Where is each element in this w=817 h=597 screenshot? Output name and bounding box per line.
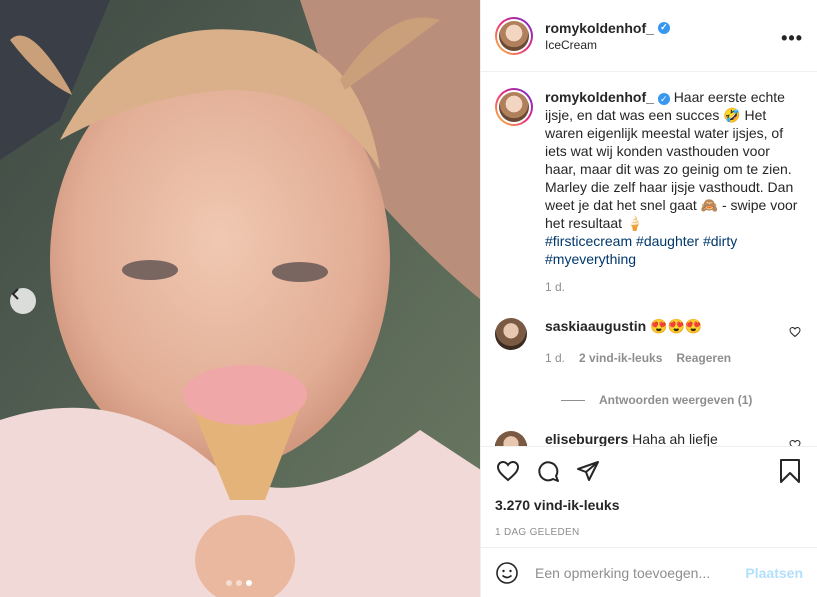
caption-avatar[interactable] [495,88,533,126]
like-count[interactable]: 3.270 vind-ik-leuks [495,497,803,513]
save-bookmark-icon[interactable] [779,458,801,484]
chevron-left-icon [11,288,19,300]
previous-slide-button[interactable] [10,288,36,314]
post: romykoldenhof_ ✓ IceCream ••• romykoldenh… [0,0,817,597]
verified-badge-icon: ✓ [657,93,670,105]
comment-heart-icon[interactable] [789,439,801,446]
post-image[interactable] [0,0,480,597]
caption: romykoldenhof_ ✓ Haar eerste echte ijsje… [495,88,801,296]
post-date[interactable]: 1 DAG GELEDEN [495,527,803,538]
comment: eliseburgers Haha ah liefje [495,431,801,446]
caption-username[interactable]: romykoldenhof_ [545,89,654,105]
location-link[interactable]: IceCream [545,38,670,52]
add-comment-bar: Plaatsen [481,547,817,597]
carousel-dot [226,580,232,586]
comment-likes[interactable]: 2 vind-ik-leuks [579,351,662,365]
comment-avatar[interactable] [495,318,527,350]
comments-section: romykoldenhof_ ✓ Haar eerste echte ijsje… [481,72,817,446]
comment-heart-icon[interactable] [789,326,801,338]
hashtag-link[interactable]: #myeverything [545,251,636,267]
photo-illustration [0,0,480,597]
view-replies-label: Antwoorden weergeven (1) [599,393,753,407]
post-header: romykoldenhof_ ✓ IceCream ••• [481,0,817,72]
comment-username[interactable]: saskiaaugustin [545,318,646,334]
carousel-dot [236,580,242,586]
hashtag-link[interactable]: #dirty [703,233,737,249]
post-actions: 3.270 vind-ik-leuks 1 DAG GELEDEN [481,446,817,547]
view-replies-button[interactable]: Antwoorden weergeven (1) [561,393,801,407]
carousel-dot-active [246,580,252,586]
caption-text: Haar eerste echte ijsje, en dat was een … [545,89,798,231]
comment-text: Haha ah liefje [632,431,718,446]
comment: saskiaaugustin 😍😍😍 1 d. 2 vind-ik-leuks … [495,318,801,365]
post-sidebar: romykoldenhof_ ✓ IceCream ••• romykoldenh… [480,0,817,597]
verified-badge-icon: ✓ [657,21,670,34]
reply-button[interactable]: Reageren [676,351,731,365]
more-options-icon[interactable]: ••• [781,28,803,49]
hashtag-link[interactable]: #daughter [636,233,699,249]
caption-time[interactable]: 1 d. [545,278,801,296]
comment-icon[interactable] [535,459,561,483]
header-username[interactable]: romykoldenhof_ [545,20,654,36]
comment-input[interactable] [533,563,746,582]
comment-text: 😍😍😍 [650,318,703,334]
avatar[interactable] [495,16,533,55]
emoji-icon[interactable] [495,561,519,585]
comment-time[interactable]: 1 d. [545,351,565,365]
carousel-indicator [226,580,252,586]
comment-username[interactable]: eliseburgers [545,431,628,446]
hashtag-link[interactable]: #firsticecream [545,233,632,249]
share-direct-icon[interactable] [575,459,601,483]
like-heart-icon[interactable] [495,459,521,483]
comment-avatar[interactable] [495,431,527,446]
post-comment-button[interactable]: Plaatsen [745,565,803,581]
